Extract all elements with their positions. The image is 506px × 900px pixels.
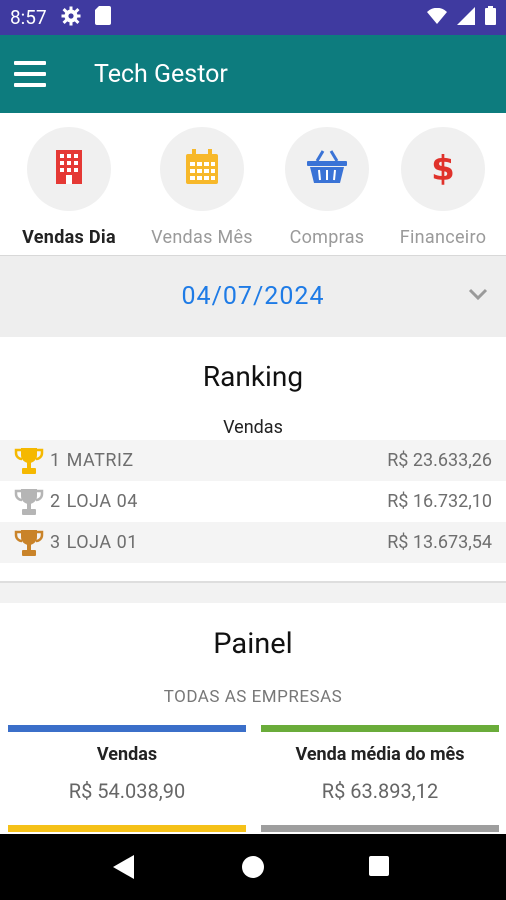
tab-icon-circle [285,127,369,211]
tab-vendas-dia[interactable]: Vendas Dia [9,127,129,248]
ranking-store-name: LOJA 04 [66,491,138,512]
ranking-row[interactable]: 2 LOJA 04 R$ 16.732,10 [0,481,506,522]
app-bar: Tech Gestor [0,35,506,113]
back-icon[interactable] [113,855,135,883]
bronze-trophy-icon [14,528,44,558]
signal-icon [457,6,475,29]
tab-icon-circle [27,127,111,211]
metric-card-vendas[interactable]: Vendas R$ 54.038,90 [8,725,246,803]
panel-title: Painel [213,627,293,661]
card-value: R$ 54.038,90 [68,779,186,803]
metric-card[interactable] [261,825,499,832]
status-time: 8:57 [10,6,47,29]
panel-card: Painel TODAS AS EMPRESAS Vendas R$ 54.03… [0,603,506,834]
ranking-value: R$ 13.673,54 [387,532,492,553]
date-selector[interactable]: 04/07/2024 [0,256,506,337]
section-divider [0,583,506,603]
ranking-value: R$ 23.633,26 [387,450,492,471]
date-value: 04/07/2024 [181,282,325,311]
tab-label: Vendas Mês [151,227,253,248]
ranking-position: 3 [50,532,61,553]
tab-label: Compras [289,227,365,248]
card-color-bar [261,725,499,732]
home-icon[interactable] [242,856,264,878]
ranking-value: R$ 16.732,10 [387,491,492,512]
battery-icon [485,6,496,29]
ranking-position: 2 [50,491,61,512]
metric-card[interactable] [8,825,246,832]
tab-icon-circle [160,127,244,211]
app-title: Tech Gestor [94,59,228,89]
card-label: Venda média do mês [295,744,465,765]
tab-label: Financeiro [399,227,487,248]
silver-trophy-icon [14,487,44,517]
system-nav-bar [0,834,506,900]
card-value: R$ 63.893,12 [321,779,439,803]
ranking-store-name: MATRIZ [66,450,134,471]
basket-icon [306,150,348,188]
gold-trophy-icon [14,446,44,476]
category-tabs: Vendas Dia Vendas Mês Compras $ Financei… [0,113,506,256]
metric-card-venda-media[interactable]: Venda média do mês R$ 63.893,12 [261,725,499,803]
sd-card-icon [94,6,111,29]
panel-subtitle: TODAS AS EMPRESAS [163,687,343,707]
ranking-subtitle: Vendas [223,417,283,438]
tab-vendas-mes[interactable]: Vendas Mês [142,127,262,248]
ranking-store-name: LOJA 01 [66,532,138,553]
hamburger-menu-icon[interactable] [14,61,46,87]
ranking-title: Ranking [202,360,304,393]
recents-icon[interactable] [369,856,389,876]
ranking-row[interactable]: 1 MATRIZ R$ 23.633,26 [0,440,506,481]
gear-icon [61,6,81,30]
ranking-card: Ranking Vendas 1 MATRIZ R$ 23.633,26 2 L… [0,338,506,583]
card-color-bar [8,825,246,832]
ranking-position: 1 [50,450,61,471]
status-bar: 8:57 [0,0,506,35]
tab-icon-circle: $ [401,127,485,211]
card-label: Vendas [96,744,158,765]
calendar-icon [185,149,219,189]
building-icon [54,150,84,188]
dollar-icon: $ [431,149,455,189]
tab-label: Vendas Dia [22,227,116,248]
ranking-row[interactable]: 3 LOJA 01 R$ 13.673,54 [0,522,506,563]
wifi-icon [427,7,447,28]
card-color-bar [8,725,246,732]
tab-compras[interactable]: Compras [267,127,387,248]
card-color-bar [261,825,499,832]
tab-financeiro[interactable]: $ Financeiro [383,127,503,248]
chevron-down-icon[interactable] [468,286,488,305]
